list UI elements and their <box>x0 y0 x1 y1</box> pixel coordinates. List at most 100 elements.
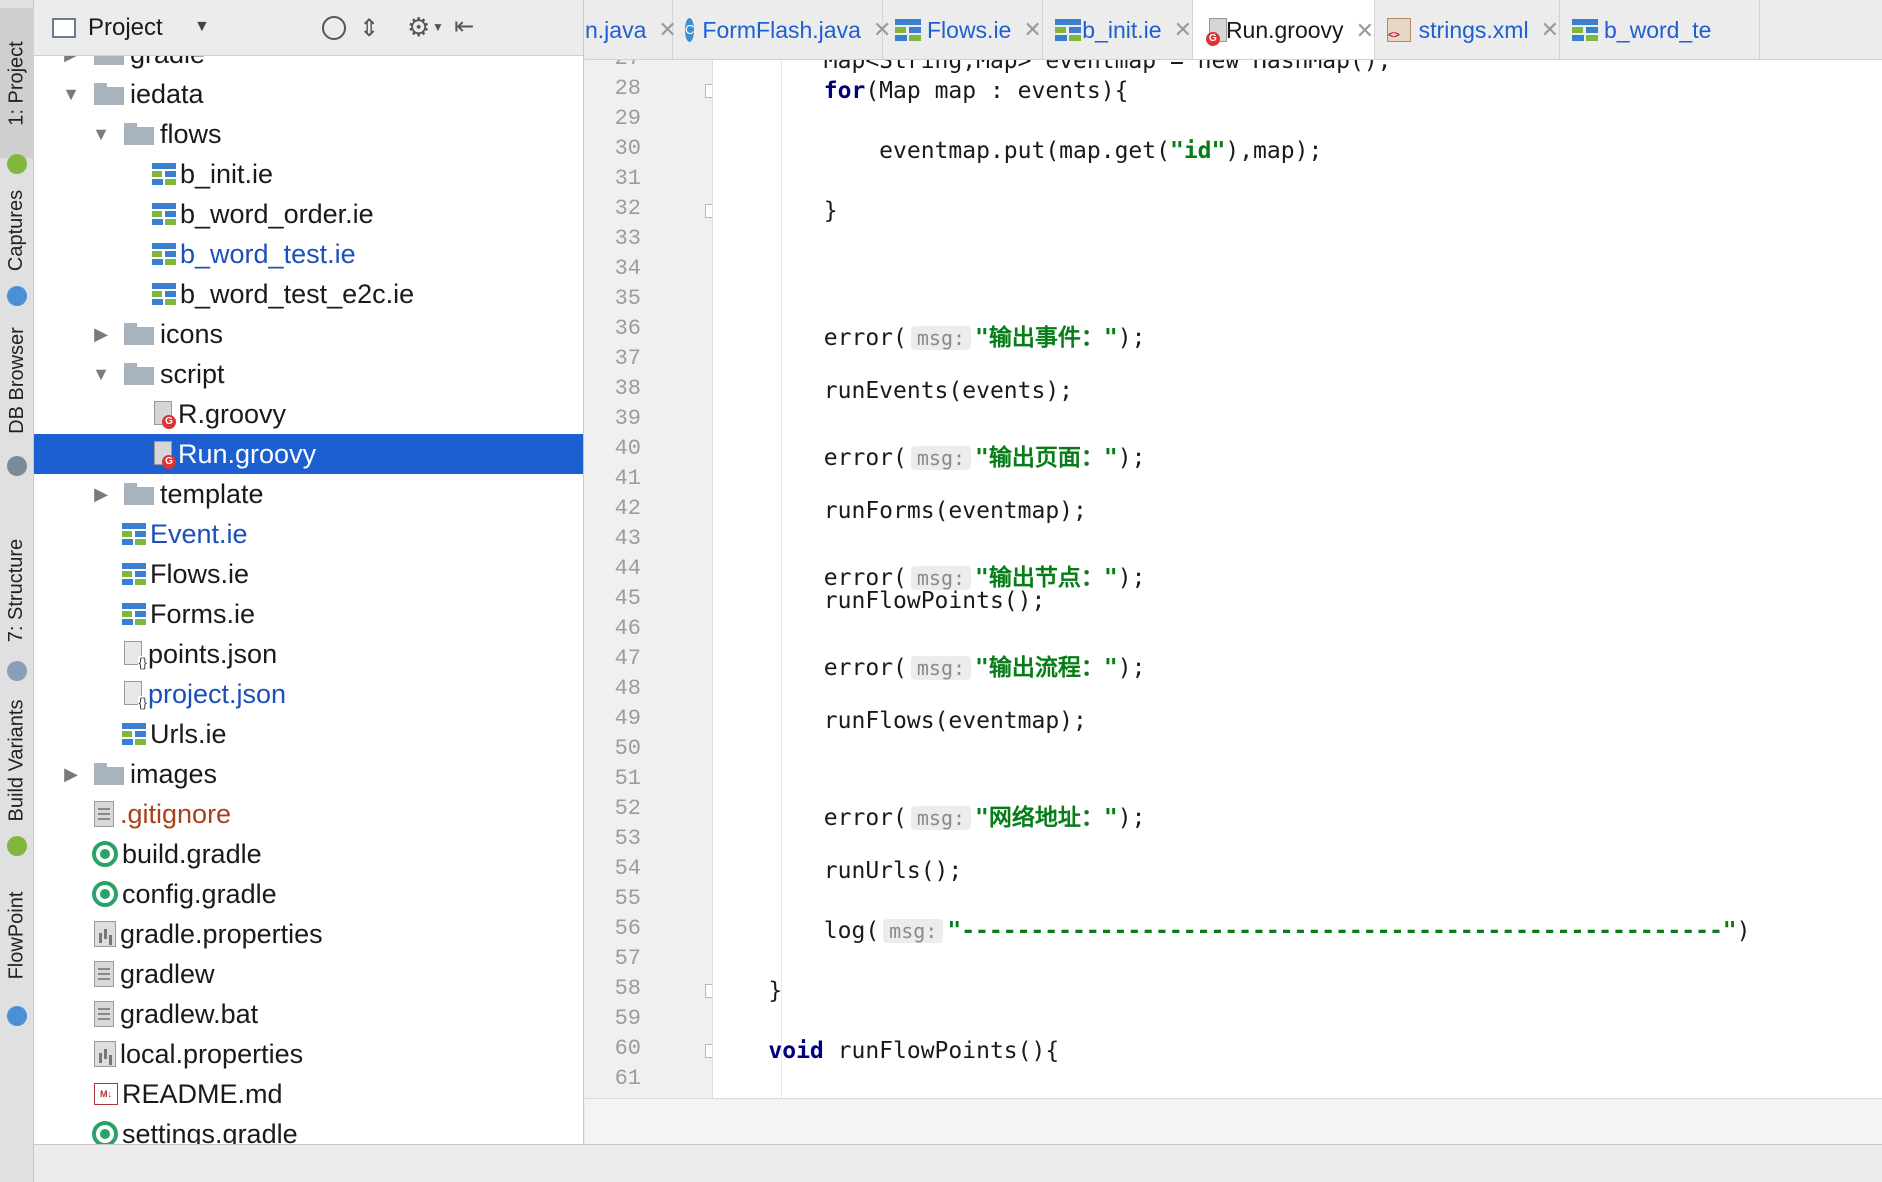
settings-dropdown-icon[interactable]: ▼ <box>432 20 444 34</box>
editor-tab[interactable]: Run.groovy ✕ <box>1193 0 1375 59</box>
fold-marker-icon[interactable] <box>705 1044 712 1058</box>
line-number: 33 <box>614 226 641 251</box>
tree-item[interactable]: gradle.properties <box>34 914 583 954</box>
editor-tab[interactable]: b_init.ie ✕ <box>1043 0 1193 59</box>
tree-item-label: b_word_test_e2c.ie <box>180 278 415 309</box>
project-view-title[interactable]: Project <box>88 14 163 42</box>
tree-item[interactable]: project.json <box>34 674 583 714</box>
code-line: } <box>713 978 782 1004</box>
fold-marker-icon[interactable] <box>705 204 712 218</box>
class-icon: C <box>685 18 695 42</box>
folder-icon <box>94 56 124 65</box>
tree-item[interactable]: ▶ template <box>34 474 583 514</box>
tree-item[interactable]: b_word_test.ie <box>34 234 583 274</box>
folder-icon <box>124 363 154 385</box>
tree-item[interactable]: local.properties <box>34 1034 583 1074</box>
groovy-file-icon <box>152 401 176 429</box>
line-number: 53 <box>614 826 641 851</box>
close-icon[interactable]: ✕ <box>1023 17 1041 43</box>
tool-tab-build-variants[interactable]: Build Variants <box>0 680 34 840</box>
editor-tab-label: Run.groovy <box>1225 17 1344 43</box>
line-number: 40 <box>614 436 641 461</box>
chevron-down-icon[interactable]: ▼ <box>194 18 210 36</box>
tool-tab-flowpoint[interactable]: FlowPoint <box>0 860 34 1010</box>
tree-item[interactable]: Event.ie <box>34 514 583 554</box>
gradle-icon <box>92 881 118 907</box>
code-text: error( <box>713 445 907 471</box>
tree-item[interactable]: ▼ script <box>34 354 583 394</box>
tree-item[interactable]: Flows.ie <box>34 554 583 594</box>
code-line: } <box>713 198 838 224</box>
tree-item[interactable]: ▶ images <box>34 754 583 794</box>
tree-item[interactable]: R.groovy <box>34 394 583 434</box>
line-number: 55 <box>614 886 641 911</box>
status-bar <box>34 1144 1882 1182</box>
line-number: 38 <box>614 376 641 401</box>
tree-item[interactable]: ▼ iedata <box>34 74 583 114</box>
parameter-hint: msg: <box>910 326 972 350</box>
tree-item-label: iedata <box>130 78 204 109</box>
tree-item-label: b_word_test.ie <box>180 238 356 269</box>
tree-item[interactable]: gradlew <box>34 954 583 994</box>
tool-tab-label: DB Browser <box>5 326 28 434</box>
code-line: eventmap.put(map.get("id"),map); <box>713 138 1322 164</box>
tool-tab-db-browser[interactable]: DB Browser <box>0 300 34 460</box>
properties-file-icon <box>94 1041 116 1067</box>
expand-right-icon[interactable]: ▶ <box>62 56 80 65</box>
fold-marker-icon[interactable] <box>705 84 712 98</box>
tree-item[interactable]: ▶ gradle <box>34 56 583 74</box>
parameter-hint: msg: <box>910 806 972 830</box>
editor-tab[interactable]: strings.xml ✕ <box>1375 0 1560 59</box>
hide-icon[interactable]: ⇤ <box>454 12 474 41</box>
text-file-icon <box>94 1001 114 1027</box>
tree-item[interactable]: gradlew.bat <box>34 994 583 1034</box>
tree-item[interactable]: b_word_test_e2c.ie <box>34 274 583 314</box>
tree-item[interactable]: b_word_order.ie <box>34 194 583 234</box>
tree-item[interactable]: points.json <box>34 634 583 674</box>
line-number: 57 <box>614 946 641 971</box>
editor-tab-label: n.java <box>585 16 647 43</box>
close-icon[interactable]: ✕ <box>1174 17 1192 43</box>
editor-tab[interactable]: C FormFlash.java ✕ <box>673 0 891 59</box>
tree-item[interactable]: .gitignore <box>34 794 583 834</box>
expand-down-icon[interactable]: ▼ <box>62 84 80 105</box>
indent-guide <box>781 60 782 1098</box>
crosshair-icon[interactable] <box>322 16 346 40</box>
fold-marker-icon[interactable] <box>705 984 712 998</box>
expand-down-icon[interactable]: ▼ <box>92 364 110 385</box>
expand-right-icon[interactable]: ▶ <box>62 764 80 785</box>
horizontal-scrollbar[interactable] <box>585 1098 1882 1144</box>
tree-item[interactable]: Run.groovy <box>34 434 583 474</box>
ie-file-icon <box>152 243 176 265</box>
gear-icon[interactable]: ⚙ <box>407 12 430 43</box>
text-file-icon <box>94 801 114 827</box>
collapse-icon[interactable]: ⇕ <box>359 14 379 43</box>
close-icon[interactable]: ✕ <box>1541 17 1559 43</box>
line-number: 58 <box>614 976 641 1001</box>
tree-item[interactable]: config.gradle <box>34 874 583 914</box>
tool-tab-7-structure[interactable]: 7: Structure <box>0 515 34 665</box>
code-text: runForms(eventmap); <box>713 498 1087 524</box>
expand-right-icon[interactable]: ▶ <box>92 484 110 505</box>
editor-tab[interactable]: Flows.ie ✕ <box>883 0 1043 59</box>
tree-item[interactable]: settings.gradle <box>34 1114 583 1145</box>
tree-item[interactable]: ▼ flows <box>34 114 583 154</box>
flow-icon <box>7 1006 27 1026</box>
expand-right-icon[interactable]: ▶ <box>92 324 110 345</box>
close-icon[interactable]: ✕ <box>1356 18 1374 44</box>
tree-item[interactable]: build.gradle <box>34 834 583 874</box>
editor-tab[interactable]: n.java ✕ <box>585 0 677 59</box>
expand-down-icon[interactable]: ▼ <box>92 124 110 145</box>
ie-file-icon <box>152 163 176 185</box>
tree-item[interactable]: b_init.ie <box>34 154 583 194</box>
editor-tab[interactable]: b_word_te <box>1560 0 1760 59</box>
tree-item[interactable]: ▶ icons <box>34 314 583 354</box>
tool-tab-captures[interactable]: Captures <box>0 170 34 290</box>
tree-item-label: settings.gradle <box>122 1118 298 1145</box>
tree-item[interactable]: M↓ README.md <box>34 1074 583 1114</box>
tree-item[interactable]: Urls.ie <box>34 714 583 754</box>
code-text: ); <box>1117 655 1146 681</box>
code-editor[interactable]: Map<String,Map> eventmap = new HashMap()… <box>713 60 1882 1098</box>
tool-tab-1-project[interactable]: 1: Project <box>0 8 34 158</box>
tree-item[interactable]: Forms.ie <box>34 594 583 634</box>
